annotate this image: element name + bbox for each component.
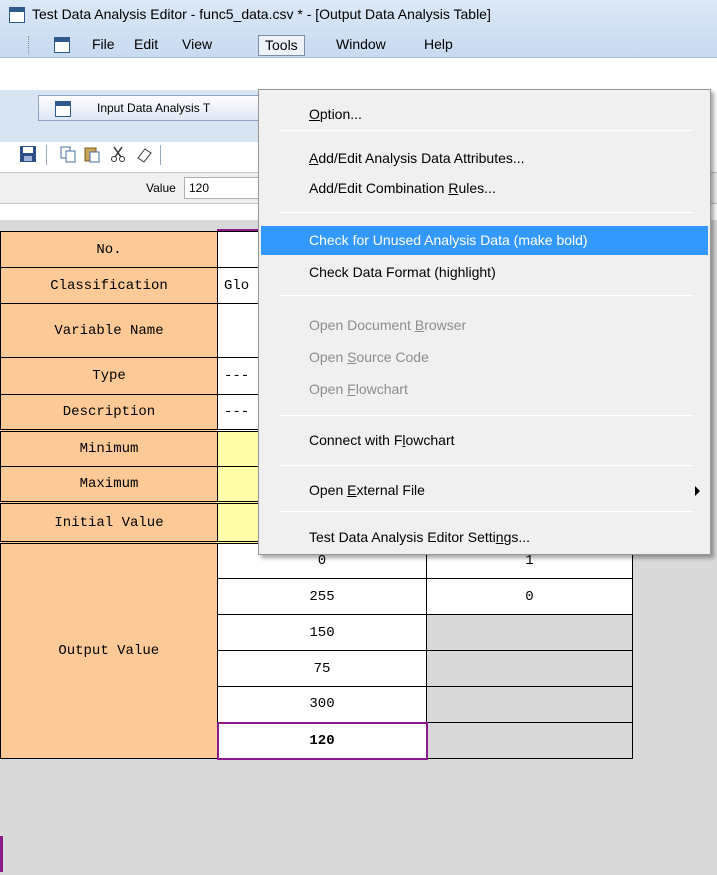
menu-bar: File Edit View Tools Window Help: [0, 32, 717, 58]
menu-separator: [279, 212, 693, 213]
copy-icon[interactable]: [58, 144, 78, 164]
toolbar-separator: [46, 145, 47, 165]
output-cell-selected[interactable]: 120: [216, 721, 428, 760]
menu-separator: [279, 465, 693, 466]
menu-view[interactable]: View: [176, 35, 218, 56]
menu-item-open-doc-browser[interactable]: Open Document Browser: [261, 311, 708, 340]
mdi-table-icon[interactable]: [54, 37, 70, 53]
row-header-minimum[interactable]: Minimum: [0, 430, 218, 467]
menu-grip-handle[interactable]: [28, 36, 31, 54]
output-cell-empty[interactable]: [426, 614, 633, 651]
output-cell[interactable]: 150: [217, 614, 427, 651]
menu-item-check-unused[interactable]: Check for Unused Analysis Data (make bol…: [261, 226, 708, 255]
output-cell-empty[interactable]: [426, 722, 633, 759]
menu-separator: [279, 511, 693, 512]
row-header-description[interactable]: Description: [0, 394, 218, 432]
submenu-arrow-icon: [695, 486, 700, 496]
standard-toolbar: [14, 142, 264, 168]
output-cell[interactable]: 300: [217, 686, 427, 723]
menu-separator: [279, 295, 693, 296]
menu-separator: [279, 415, 693, 416]
row-header-type[interactable]: Type: [0, 357, 218, 395]
row-header-output-value[interactable]: Output Value: [0, 542, 218, 759]
paste-icon[interactable]: [82, 144, 102, 164]
menu-tools[interactable]: Tools: [258, 35, 305, 56]
tools-menu-dropdown: Option... Add/Edit Analysis Data Attribu…: [258, 89, 711, 555]
menu-item-connect-flowchart[interactable]: Connect with Flowchart: [261, 426, 708, 455]
menu-window[interactable]: Window: [330, 35, 392, 56]
value-label: Value: [146, 181, 176, 195]
tab-label: Input Data Analysis T: [97, 101, 211, 115]
menu-edit[interactable]: Edit: [128, 35, 164, 56]
cut-icon[interactable]: [108, 144, 128, 164]
row-header-initial-value[interactable]: Initial Value: [0, 502, 218, 544]
menu-item-add-edit-attributes[interactable]: Add/Edit Analysis Data Attributes...: [261, 144, 708, 173]
menu-help[interactable]: Help: [418, 35, 459, 56]
row-header-classification[interactable]: Classification: [0, 267, 218, 304]
toolbar-separator: [160, 145, 161, 165]
save-icon[interactable]: [18, 144, 38, 164]
output-cell[interactable]: 75: [217, 650, 427, 687]
menu-item-open-flowchart[interactable]: Open Flowchart: [261, 375, 708, 404]
row-header-no[interactable]: No.: [0, 231, 218, 268]
output-cell[interactable]: 0: [426, 578, 633, 615]
menu-item-check-format[interactable]: Check Data Format (highlight): [261, 258, 708, 287]
table-icon: [55, 101, 71, 117]
window-title: Test Data Analysis Editor - func5_data.c…: [32, 6, 491, 22]
menu-item-option[interactable]: Option...: [261, 100, 708, 129]
row-header-maximum[interactable]: Maximum: [0, 466, 218, 504]
output-cell-empty[interactable]: [426, 650, 633, 687]
eraser-icon[interactable]: [134, 144, 154, 164]
menu-item-open-external-file[interactable]: Open External File: [261, 476, 708, 505]
app-table-icon: [9, 7, 25, 23]
menu-item-open-source-code[interactable]: Open Source Code: [261, 343, 708, 372]
output-cell[interactable]: 255: [217, 578, 427, 615]
active-row-marker: [0, 836, 3, 872]
menu-item-add-edit-rules[interactable]: Add/Edit Combination Rules...: [261, 174, 708, 203]
row-header-variable-name[interactable]: Variable Name: [0, 303, 218, 358]
menu-item-editor-settings[interactable]: Test Data Analysis Editor Settings...: [261, 523, 708, 552]
menu-file[interactable]: File: [86, 35, 121, 56]
tab-input-data-analysis[interactable]: Input Data Analysis T: [38, 95, 278, 121]
menu-separator: [279, 130, 693, 131]
output-cell-empty[interactable]: [426, 686, 633, 723]
